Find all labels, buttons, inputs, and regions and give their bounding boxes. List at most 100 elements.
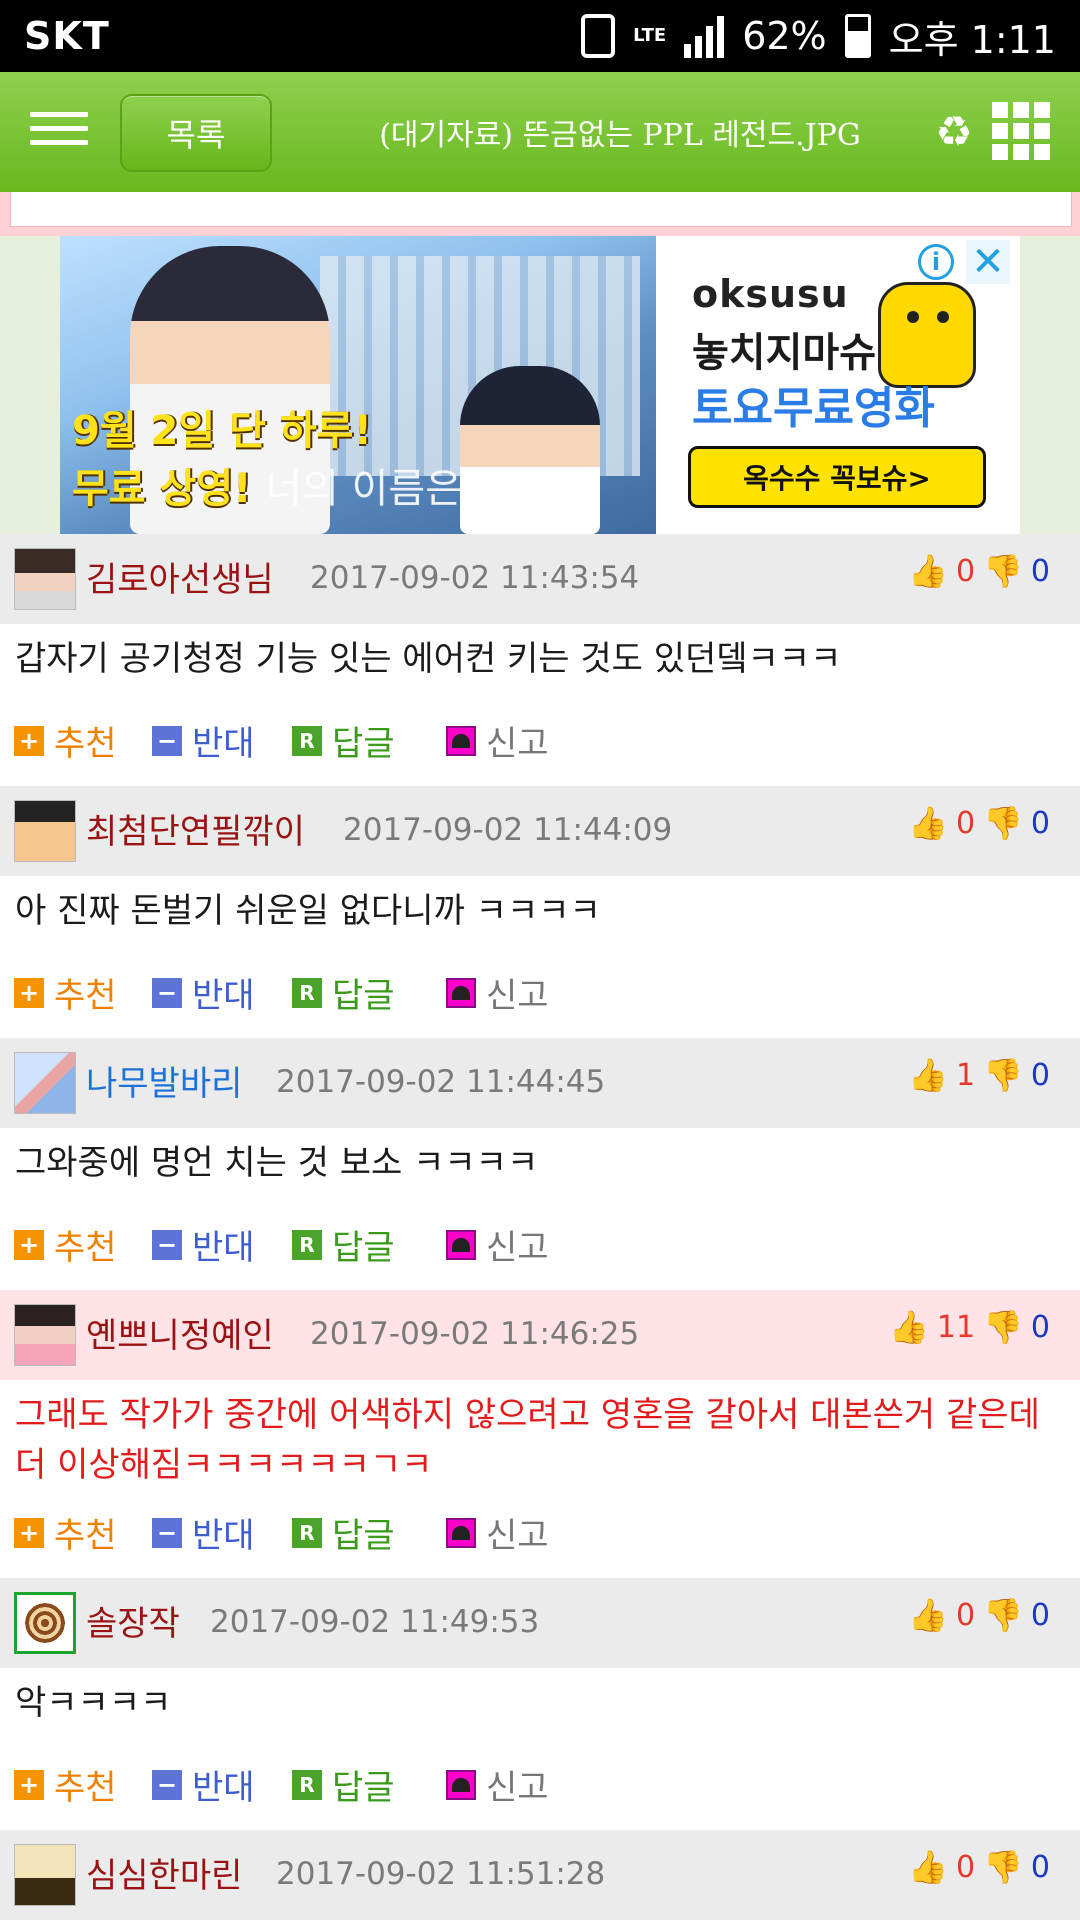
clock: 오후 1:11 [888,17,1056,62]
reply-icon: R [292,1769,322,1800]
ad-close-icon[interactable]: ✕ [966,240,1010,284]
recommend-button[interactable]: + 추천 [14,716,117,765]
oppose-button[interactable]: − 반대 [152,1760,255,1809]
avatar[interactable] [14,1304,76,1366]
vibrate-icon [581,14,616,58]
reply-icon: R [292,1517,322,1548]
comment-nickname[interactable]: 최첨단연필깎이 [86,804,305,853]
thumb-up-icon: 👍 [908,1596,948,1634]
report-button[interactable]: 신고 [446,1508,549,1557]
up-count: 11 [936,1309,976,1345]
thumb-up-icon: 👍 [908,552,948,590]
refresh-icon[interactable]: ♻ [932,110,976,154]
status-bar: SKT LTE 62% 오후 1:11 [0,0,1080,72]
minus-icon: − [152,725,182,756]
reply-button[interactable]: R 답글 [292,1760,395,1809]
thumb-up-icon: 👍 [908,1848,948,1886]
top-app-bar: 목록 (대기자료) 뜬금없는 PPL 레전드.JPG ♻ [0,72,1080,192]
comment-header: 솔장작 2017-09-02 11:49:53 👍 0 👎 0 [0,1578,1080,1668]
ad-headline-2: 토요무료영화 [692,383,935,434]
comment-header: 김로아선생님 2017-09-02 11:43:54 👍 0 👎 0 [0,534,1080,624]
minus-icon: − [152,977,182,1008]
ad-image[interactable]: 9월 2일 단 하루! 무료 상영! 너의 이름은. [60,236,656,534]
down-count: 0 [1030,1849,1050,1885]
reply-button[interactable]: R 답글 [292,1508,395,1557]
up-count: 1 [955,1057,976,1093]
comment-actions: + 추천 − 반대 R 답글 신고 [0,946,1080,1038]
report-button[interactable]: 신고 [446,968,549,1017]
comment-text: 악ㅋㅋㅋㅋ [0,1668,1080,1738]
minus-icon: − [152,1769,182,1800]
ad-image-text: 9월 2일 단 하루! [72,408,372,454]
minus-icon: − [152,1229,182,1260]
comment-nickname[interactable]: 솔장작 [86,1596,180,1645]
plus-icon: + [14,1229,44,1260]
avatar[interactable] [14,1052,76,1114]
siren-icon [446,1769,476,1800]
oppose-button[interactable]: − 반대 [152,716,255,765]
vote-counts: 👍 0 👎 0 [908,1848,1050,1886]
up-count: 0 [955,553,976,589]
comment-actions: + 추천 − 반대 R 답글 신고 [0,1198,1080,1290]
grid-menu-icon[interactable] [992,102,1050,160]
ad-banner[interactable]: 9월 2일 단 하루! 무료 상영! 너의 이름은. oksusu 놓치지마슈 … [60,236,1020,534]
siren-icon [446,1229,476,1260]
post-action-strip [0,192,1080,236]
plus-icon: + [14,1517,44,1548]
thumb-up-icon: 👍 [908,804,948,842]
avatar[interactable] [14,548,76,610]
comment-time: 2017-09-02 11:44:09 [343,812,673,848]
up-count: 0 [955,1849,976,1885]
recommend-button[interactable]: + 추천 [14,1220,117,1269]
reply-button[interactable]: R 답글 [292,716,395,765]
plus-icon: + [14,977,44,1008]
vote-counts: 👍 0 👎 0 [908,1596,1050,1634]
thumb-up-icon: 👍 [889,1308,929,1346]
reply-button[interactable]: R 답글 [292,968,395,1017]
comment-nickname[interactable]: 심심한마린 [86,1848,242,1897]
up-count: 0 [955,1597,976,1633]
recommend-button[interactable]: + 추천 [14,1508,117,1557]
comment-nickname[interactable]: 나무발바리 [86,1056,242,1105]
comment-nickname[interactable]: 옌쁘니정예인 [86,1308,274,1357]
comment-list: 김로아선생님 2017-09-02 11:43:54 👍 0 👎 0 갑자기 공… [0,534,1080,1920]
thumb-down-icon: 👎 [983,1308,1023,1346]
oppose-button[interactable]: − 반대 [152,968,255,1017]
ad-cta-button[interactable]: 옥수수 꼭보슈> [688,446,986,508]
signal-icon [684,14,725,58]
comment-nickname[interactable]: 김로아선생님 [86,552,274,601]
comment-actions: + 추천 − 반대 R 답글 신고 [0,694,1080,786]
lte-icon: LTE [633,25,667,46]
comment-actions: + 추천 − 반대 R 답글 신고 [0,1738,1080,1830]
battery-percent: 62% [742,14,827,58]
plus-icon: + [14,1769,44,1800]
report-button[interactable]: 신고 [446,716,549,765]
down-count: 0 [1030,1597,1050,1633]
recommend-button[interactable]: + 추천 [14,968,117,1017]
thumb-down-icon: 👎 [983,1596,1023,1634]
oppose-button[interactable]: − 반대 [152,1220,255,1269]
oppose-button[interactable]: − 반대 [152,1508,255,1557]
list-button[interactable]: 목록 [120,94,272,172]
comment-time: 2017-09-02 11:51:28 [276,1856,606,1892]
thumb-down-icon: 👎 [983,804,1023,842]
thumb-down-icon: 👎 [983,552,1023,590]
up-count: 0 [955,805,976,841]
report-button[interactable]: 신고 [446,1220,549,1269]
reply-button[interactable]: R 답글 [292,1220,395,1269]
report-button[interactable]: 신고 [446,1760,549,1809]
battery-icon [844,14,871,58]
avatar[interactable] [14,1844,76,1906]
recommend-button[interactable]: + 추천 [14,1760,117,1809]
comment-text: 아 진짜 돈벌기 쉬운일 없다니까 ㅋㅋㅋㅋ [0,876,1080,946]
comment-time: 2017-09-02 11:44:45 [276,1064,606,1100]
comment-time: 2017-09-02 11:46:25 [310,1316,640,1352]
ad-info-icon[interactable]: i [918,244,954,280]
down-count: 0 [1030,1309,1050,1345]
comment-actions: + 추천 − 반대 R 답글 신고 [0,1486,1080,1578]
reply-icon: R [292,977,322,1008]
ad-headline: 놓치지마슈 [692,330,876,376]
avatar[interactable] [14,800,76,862]
menu-icon[interactable] [30,112,88,150]
avatar[interactable] [14,1592,76,1654]
